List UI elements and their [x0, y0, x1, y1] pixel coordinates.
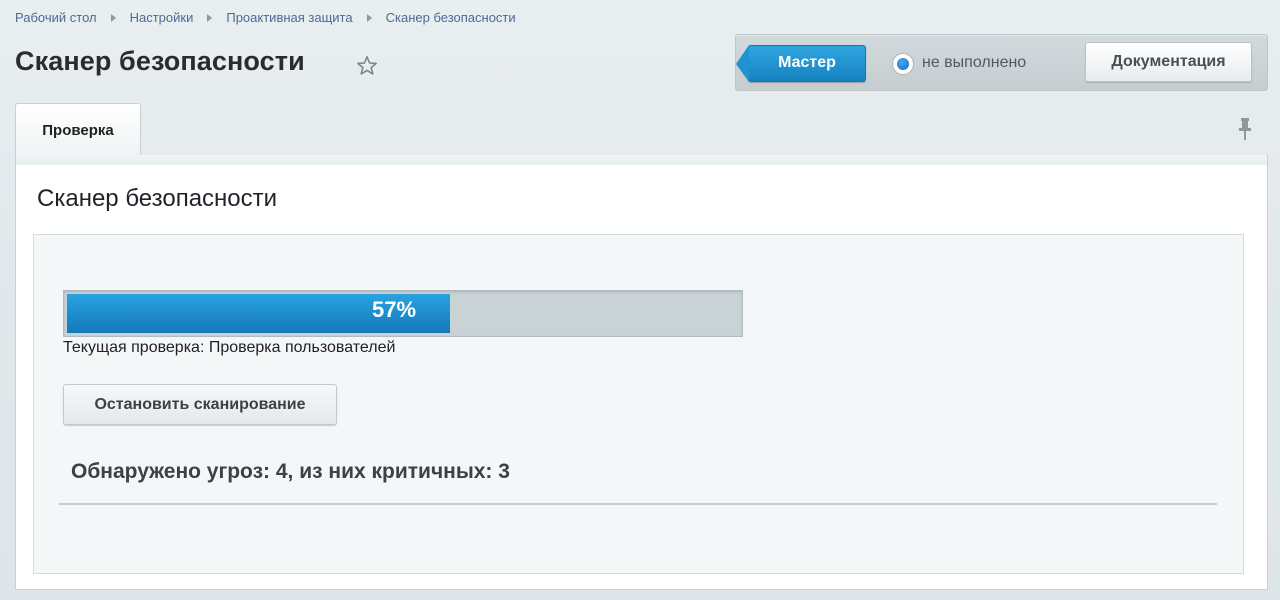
- divider: [59, 503, 1217, 505]
- master-button[interactable]: Мастер: [736, 45, 866, 82]
- pin-icon[interactable]: [1237, 117, 1253, 141]
- progress-label: 57%: [372, 297, 417, 322]
- breadcrumb-item-scanner[interactable]: Сканер безопасности: [386, 10, 516, 25]
- scanner-box: 57% Текущая проверка: Проверка пользоват…: [33, 234, 1244, 574]
- star-icon[interactable]: [355, 54, 379, 78]
- radio-dot-icon: [892, 53, 914, 75]
- wizard-panel: Мастер не выполнено Документация: [735, 34, 1268, 91]
- breadcrumb-separator-icon: [207, 13, 213, 22]
- breadcrumb: Рабочий стол Настройки Проактивная защит…: [15, 10, 516, 25]
- status-text: не выполнено: [922, 54, 1027, 71]
- breadcrumb-separator-icon: [366, 13, 372, 22]
- section-title: Сканер безопасности: [37, 185, 278, 212]
- threats-summary: Обнаружено угроз: 4, из них критичных: 3: [71, 460, 510, 483]
- breadcrumb-separator-icon: [110, 13, 116, 22]
- current-check-text: Текущая проверка: Проверка пользователей: [63, 339, 396, 356]
- tab-underline: [15, 155, 1268, 165]
- tab-strip: Проверка: [15, 103, 1268, 156]
- breadcrumb-item-settings[interactable]: Настройки: [130, 10, 194, 25]
- documentation-button[interactable]: Документация: [1085, 42, 1252, 82]
- page-title: Сканер безопасности: [15, 46, 305, 76]
- stop-scan-button[interactable]: Остановить сканирование: [63, 384, 337, 425]
- content-panel: Сканер безопасности 57% Текущая проверка…: [15, 165, 1268, 590]
- breadcrumb-item-desktop[interactable]: Рабочий стол: [15, 10, 97, 25]
- breadcrumb-item-proactive[interactable]: Проактивная защита: [226, 10, 352, 25]
- tab-check[interactable]: Проверка: [15, 103, 141, 156]
- progress-bar: 57%: [63, 290, 743, 337]
